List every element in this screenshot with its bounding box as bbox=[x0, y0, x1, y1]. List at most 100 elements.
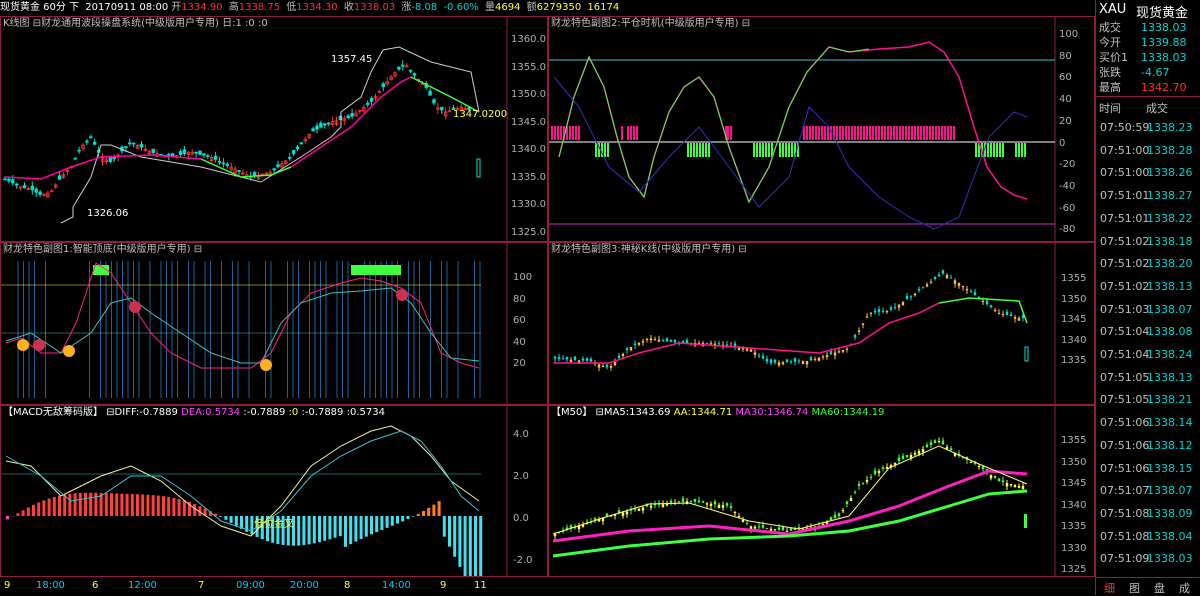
macd-bar bbox=[453, 516, 456, 557]
candle-body bbox=[222, 163, 225, 164]
candle-body bbox=[966, 289, 968, 290]
y-tick-label: 100 bbox=[513, 272, 532, 283]
tick-price: 1338.07 bbox=[1147, 481, 1193, 500]
macd-panel[interactable]: 【MACD无敌筹码版】 ⊟DIFF:-0.7889 DEA:0.5734 :-0… bbox=[0, 405, 548, 577]
tick-row[interactable]: 07:51:051338.21 bbox=[1097, 390, 1200, 409]
tick-time: 07:51:05 bbox=[1100, 390, 1149, 409]
candle-body bbox=[898, 305, 900, 308]
macd-bar bbox=[323, 516, 326, 541]
quote-key: 买价1 bbox=[1099, 51, 1128, 65]
tick-row[interactable]: 07:51:051338.13 bbox=[1097, 368, 1200, 387]
sub-chart-3-panel[interactable]: 财龙特色副图3:神秘K线(中级版用户专用) ⊟ 1355135013451340… bbox=[548, 242, 1095, 405]
tick-row[interactable]: 07:51:091338.03 bbox=[1097, 549, 1200, 568]
y-tick-label: -60 bbox=[1059, 203, 1075, 214]
side-tab[interactable]: 盘 bbox=[1154, 580, 1165, 596]
tick-row[interactable]: 07:51:071338.07 bbox=[1097, 481, 1200, 500]
sub-chart-2-panel[interactable]: 财龙特色副图2:平仓时机(中级版用户专用) ⊟ 100806040200-20-… bbox=[548, 16, 1095, 242]
hist-bar-up bbox=[917, 126, 919, 140]
y-tick-label: 1325 bbox=[1061, 564, 1086, 575]
hist-bar-down bbox=[765, 143, 767, 157]
last-candle bbox=[1025, 347, 1028, 361]
tick-row[interactable]: 07:50:591338.23 bbox=[1097, 118, 1200, 137]
y-tick-label: 1335.0 bbox=[511, 172, 546, 183]
hist-bar-up bbox=[821, 126, 823, 140]
macd-bar bbox=[406, 516, 409, 519]
candle-body bbox=[554, 534, 556, 536]
hist-bar-up bbox=[878, 126, 880, 140]
tick-row[interactable]: 07:51:041338.08 bbox=[1097, 322, 1200, 341]
sub3-chart[interactable] bbox=[549, 243, 1094, 404]
hist-bar-up bbox=[884, 126, 886, 140]
candle-body bbox=[990, 305, 992, 307]
candle-body bbox=[758, 355, 760, 356]
instrument-header: XAU 现货黄金 bbox=[1096, 0, 1200, 20]
stair-line-magenta bbox=[553, 303, 939, 363]
candle-body bbox=[642, 508, 644, 511]
ma-chart[interactable] bbox=[549, 406, 1094, 576]
macd-bar bbox=[344, 516, 347, 547]
macd-bar bbox=[120, 494, 123, 516]
macd-bar bbox=[365, 516, 368, 537]
sub1-chart[interactable] bbox=[1, 243, 547, 404]
tick-row[interactable]: 07:51:021338.20 bbox=[1097, 254, 1200, 273]
hist-bar-up bbox=[627, 126, 629, 140]
candle-body bbox=[902, 302, 904, 305]
tick-row[interactable]: 07:51:081338.04 bbox=[1097, 527, 1200, 546]
tick-row[interactable]: 07:51:081338.09 bbox=[1097, 504, 1200, 523]
tick-row[interactable]: 07:51:061338.14 bbox=[1097, 413, 1200, 432]
quote-row: 买价11338.03 bbox=[1097, 51, 1200, 65]
main-chart[interactable] bbox=[1, 17, 547, 241]
candle-body bbox=[646, 339, 648, 340]
tick-row[interactable]: 07:51:061338.12 bbox=[1097, 436, 1200, 455]
candle-body bbox=[850, 498, 852, 501]
macd-bar bbox=[172, 498, 175, 516]
y-tick-label: 2.0 bbox=[513, 471, 529, 482]
candle-body bbox=[922, 449, 924, 452]
tick-row[interactable]: 07:51:001338.26 bbox=[1097, 163, 1200, 182]
macd-bar bbox=[354, 516, 357, 542]
side-tab[interactable]: 细 bbox=[1104, 580, 1115, 596]
main-kline-panel[interactable]: K线图 ⊟财龙通用波段操盘系统(中级版用户专用) 日:1 :0 :0 1357.… bbox=[0, 16, 548, 242]
candle-body bbox=[798, 360, 800, 361]
tick-row[interactable]: 07:51:011338.27 bbox=[1097, 186, 1200, 205]
tick-row[interactable]: 07:51:021338.13 bbox=[1097, 277, 1200, 296]
tick-row[interactable]: 07:51:021338.18 bbox=[1097, 232, 1200, 251]
side-tab[interactable]: 成 bbox=[1179, 580, 1190, 596]
hist-bar-up bbox=[932, 126, 934, 140]
candle-body bbox=[320, 123, 323, 127]
hist-bar-up bbox=[560, 126, 562, 140]
y-tick-label: 1340 bbox=[1061, 335, 1086, 346]
tick-row[interactable]: 07:51:041338.24 bbox=[1097, 345, 1200, 364]
tick-price: 1338.03 bbox=[1147, 549, 1193, 568]
quote-bar: 现货黄金 60分 下 20170911 08:00开1334.90 高1338.… bbox=[0, 0, 1095, 16]
tick-row[interactable]: 07:51:001338.28 bbox=[1097, 141, 1200, 160]
candle-body bbox=[413, 74, 416, 76]
tick-row[interactable]: 07:51:011338.22 bbox=[1097, 209, 1200, 228]
candle-body bbox=[878, 471, 880, 473]
signal-dot bbox=[63, 345, 75, 357]
symbol-name[interactable]: 现货黄金 60分 下 bbox=[0, 2, 79, 13]
tick-time: 07:51:06 bbox=[1100, 459, 1149, 478]
macd-chart[interactable] bbox=[1, 406, 547, 576]
side-tabs: 细图盘成 bbox=[1096, 577, 1200, 596]
tick-row[interactable]: 07:51:061338.15 bbox=[1097, 459, 1200, 478]
hist-bar-up bbox=[920, 126, 922, 140]
sub-chart-1-panel[interactable]: 财龙特色副图1:智能顶底(中级版用户专用) ⊟ 10080604020 bbox=[0, 242, 548, 405]
side-tab[interactable]: 图 bbox=[1129, 580, 1140, 596]
candle-body bbox=[770, 359, 772, 362]
close-value: 1338.03 bbox=[354, 2, 395, 13]
macd-bar bbox=[432, 505, 435, 516]
candle-body bbox=[858, 484, 860, 486]
candle-body bbox=[902, 456, 904, 459]
macd-bar bbox=[48, 499, 51, 516]
macd-bar bbox=[219, 516, 222, 517]
y-tick-label: 1350.0 bbox=[511, 89, 546, 100]
tick-row[interactable]: 07:51:031338.07 bbox=[1097, 300, 1200, 319]
hist-bar-up bbox=[893, 126, 895, 140]
hist-bar-up bbox=[575, 126, 577, 140]
candle-body bbox=[582, 359, 584, 361]
candle-body bbox=[906, 455, 908, 457]
sub2-chart[interactable] bbox=[549, 17, 1094, 241]
ma-panel[interactable]: 【M50】 ⊟MA5:1343.69 AA:1344.71 MA30:1346.… bbox=[548, 405, 1095, 577]
hist-bar-up bbox=[630, 126, 632, 140]
